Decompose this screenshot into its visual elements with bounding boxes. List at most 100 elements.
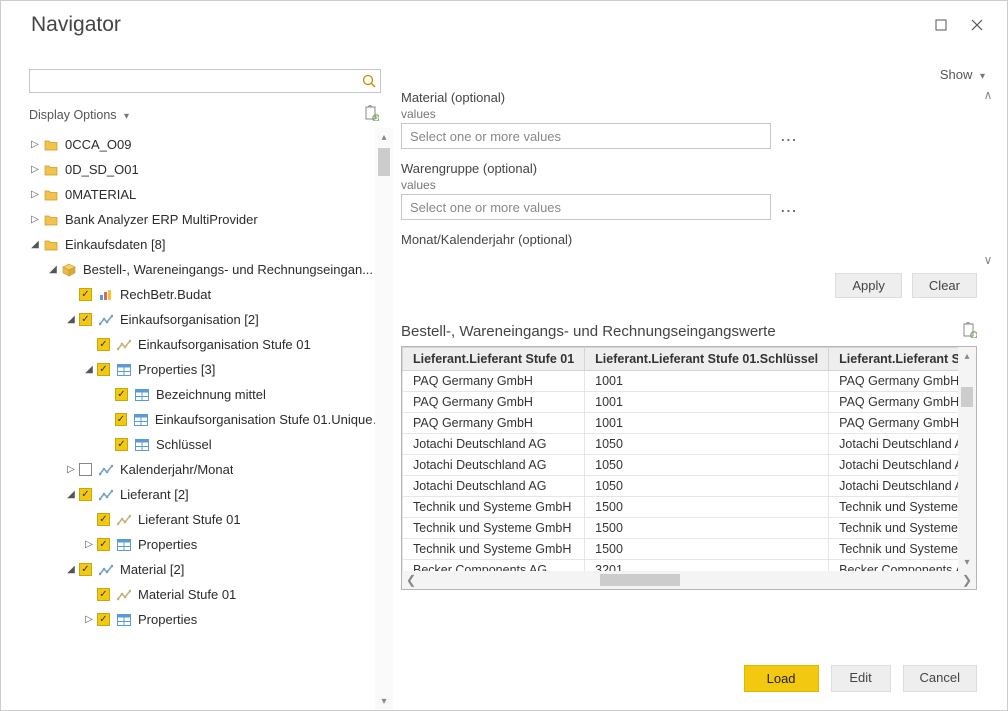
table-row[interactable]: PAQ Germany GmbH1001PAQ Germany GmbH — [403, 371, 978, 392]
dim-icon — [98, 464, 114, 476]
table-row[interactable]: Jotachi Deutschland AG1050Jotachi Deutsc… — [403, 476, 978, 497]
column-header[interactable]: Lieferant.Lieferant Stufe 01.Schlüssel — [585, 348, 829, 371]
checkbox[interactable]: ✓ — [115, 413, 128, 426]
table-row[interactable]: PAQ Germany GmbH1001PAQ Germany GmbH — [403, 392, 978, 413]
disclosure-icon[interactable]: ▷ — [29, 189, 41, 200]
table-row[interactable]: PAQ Germany GmbH1001PAQ Germany GmbH — [403, 413, 978, 434]
tree-item[interactable]: ◢✓Lieferant [2] — [29, 482, 393, 507]
checkbox[interactable]: ✓ — [97, 338, 110, 351]
disclosure-icon[interactable]: ◢ — [65, 489, 77, 500]
disclosure-icon[interactable]: ◢ — [29, 239, 41, 250]
clear-button[interactable]: Clear — [912, 273, 977, 298]
scroll-down-icon[interactable]: ▾ — [958, 553, 976, 571]
cancel-button[interactable]: Cancel — [903, 665, 977, 692]
table-row[interactable]: Technik und Systeme GmbH1500Technik und … — [403, 518, 978, 539]
checkbox[interactable]: ✓ — [97, 613, 110, 626]
checkbox[interactable]: ✓ — [97, 538, 110, 551]
table-vscroll[interactable]: ▴ ▾ — [958, 347, 976, 571]
tree-item[interactable]: ◢✓Material [2] — [29, 557, 393, 582]
refresh-icon[interactable] — [365, 105, 379, 124]
tree-item[interactable]: ▷✓Properties — [29, 532, 393, 557]
param-input[interactable]: Select one or more values — [401, 194, 771, 220]
table-cell: Technik und Systeme GmbH — [403, 497, 585, 518]
load-button[interactable]: Load — [744, 665, 819, 692]
disclosure-icon[interactable]: ▷ — [29, 139, 41, 150]
table-row[interactable]: Jotachi Deutschland AG1050Jotachi Deutsc… — [403, 455, 978, 476]
tree-item[interactable]: ▷0CCA_O09 — [29, 132, 393, 157]
disclosure-icon[interactable]: ▷ — [83, 614, 95, 625]
show-dropdown[interactable]: Show ▾ — [940, 67, 985, 82]
display-options-dropdown[interactable]: Display Options ▾ — [29, 108, 129, 122]
tree-item[interactable]: ◢✓Properties [3] — [29, 357, 393, 382]
scroll-down-icon[interactable]: ▾ — [375, 692, 393, 710]
tree-item[interactable]: ◢Einkaufsdaten [8] — [29, 232, 393, 257]
tree-item[interactable]: ▷ 0MATERIAL — [29, 182, 393, 207]
tree-item[interactable]: ▷Bank Analyzer ERP MultiProvider — [29, 207, 393, 232]
maximize-button[interactable] — [927, 13, 955, 37]
tree-item[interactable]: ✓ Einkaufsorganisation Stufe 01 — [29, 332, 393, 357]
scroll-up-icon[interactable]: ∧ — [979, 86, 997, 104]
tree-item[interactable]: ✓Schlüssel — [29, 432, 393, 457]
search-box[interactable] — [29, 69, 381, 93]
tree-item-label: Einkaufsorganisation Stufe 01 — [138, 337, 311, 352]
tree-item[interactable]: ✓ RechBetr.Budat — [29, 282, 393, 307]
table-row[interactable]: Technik und Systeme GmbH1500Technik und … — [403, 497, 978, 518]
scroll-left-icon[interactable]: ❮ — [402, 573, 420, 587]
tree-item[interactable]: ✓Bezeichnung mittel — [29, 382, 393, 407]
close-button[interactable] — [963, 13, 991, 37]
table-row[interactable]: Technik und Systeme GmbH1500Technik und … — [403, 539, 978, 560]
tree-scrollbar[interactable]: ▴ ▾ — [375, 128, 393, 710]
tree-item-label: RechBetr.Budat — [120, 287, 211, 302]
checkbox[interactable]: ✓ — [97, 513, 110, 526]
disclosure-icon[interactable]: ▷ — [83, 539, 95, 550]
checkbox[interactable]: ✓ — [79, 313, 92, 326]
search-input[interactable] — [30, 71, 358, 91]
column-header[interactable]: Lieferant.Lieferant Stufe 01. — [829, 348, 977, 371]
edit-button[interactable]: Edit — [831, 665, 891, 692]
scroll-up-icon[interactable]: ▴ — [958, 347, 976, 365]
checkbox[interactable]: ✓ — [115, 438, 128, 451]
scroll-up-icon[interactable]: ▴ — [375, 128, 393, 146]
tree-item[interactable]: ▷Kalenderjahr/Monat — [29, 457, 393, 482]
tree-item[interactable]: ◢✓Einkaufsorganisation [2] — [29, 307, 393, 332]
checkbox[interactable]: ✓ — [97, 588, 110, 601]
disclosure-icon[interactable]: ◢ — [47, 264, 59, 275]
scroll-thumb[interactable] — [378, 148, 390, 176]
checkbox[interactable]: ✓ — [79, 288, 92, 301]
checkbox[interactable]: ✓ — [79, 488, 92, 501]
tree-item[interactable]: ▷✓Properties — [29, 607, 393, 632]
scroll-thumb[interactable] — [961, 387, 973, 407]
checkbox[interactable]: ✓ — [115, 388, 128, 401]
table-cell: Technik und Systeme GmbH — [403, 518, 585, 539]
table-row[interactable]: Jotachi Deutschland AG1050Jotachi Deutsc… — [403, 434, 978, 455]
tree-item[interactable]: ◢Bestell-, Wareneingangs- und Rechnungse… — [29, 257, 393, 282]
refresh-preview-icon[interactable] — [963, 322, 977, 341]
tree-item[interactable]: ✓Material Stufe 01 — [29, 582, 393, 607]
param-input[interactable]: Select one or more values — [401, 123, 771, 149]
tree-item-label: 0MATERIAL — [65, 187, 136, 202]
tree-item[interactable]: ✓Einkaufsorganisation Stufe 01.UniqueNa.… — [29, 407, 393, 432]
disclosure-icon[interactable]: ◢ — [65, 564, 77, 575]
tree-item[interactable]: ▷0D_SD_O01 — [29, 157, 393, 182]
disclosure-icon[interactable]: ▷ — [65, 464, 77, 475]
apply-button[interactable]: Apply — [835, 273, 902, 298]
scroll-right-icon[interactable]: ❯ — [958, 573, 976, 587]
checkbox[interactable] — [79, 463, 92, 476]
disclosure-icon[interactable]: ◢ — [65, 314, 77, 325]
disclosure-icon[interactable]: ▷ — [29, 164, 41, 175]
disclosure-icon[interactable]: ▷ — [29, 214, 41, 225]
table-hscroll[interactable]: ❮ ❯ — [402, 571, 976, 589]
table-cell: 1050 — [585, 434, 829, 455]
browse-button[interactable]: ... — [781, 200, 798, 215]
params-scrollbar[interactable]: ∧ ∨ — [979, 86, 997, 269]
browse-button[interactable]: ... — [781, 129, 798, 144]
preview-title: Bestell-, Wareneingangs- und Rechnungsei… — [401, 323, 776, 340]
column-header[interactable]: Lieferant.Lieferant Stufe 01 — [403, 348, 585, 371]
disclosure-icon[interactable]: ◢ — [83, 364, 95, 375]
tree-item[interactable]: ✓Lieferant Stufe 01 — [29, 507, 393, 532]
search-icon[interactable] — [358, 74, 380, 88]
scroll-thumb[interactable] — [600, 574, 680, 586]
checkbox[interactable]: ✓ — [79, 563, 92, 576]
checkbox[interactable]: ✓ — [97, 363, 110, 376]
scroll-down-icon[interactable]: ∨ — [979, 251, 997, 269]
